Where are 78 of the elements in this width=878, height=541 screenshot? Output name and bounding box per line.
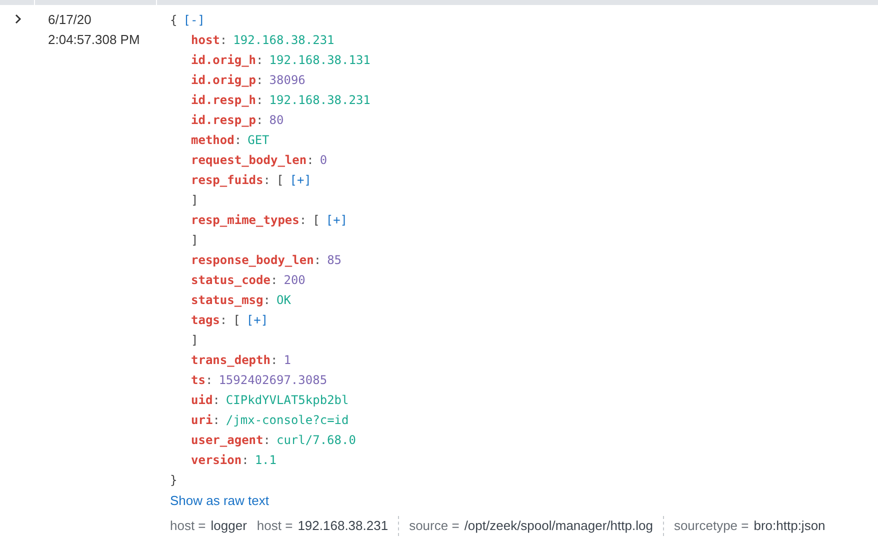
colon: :	[220, 32, 228, 49]
colon: :	[220, 312, 228, 329]
event-date: 6/17/20	[48, 11, 92, 29]
colon: :	[256, 92, 264, 109]
field-value[interactable]: 85	[327, 251, 342, 269]
field-value[interactable]: 0	[320, 151, 328, 169]
field-key: id.resp_p	[191, 111, 256, 129]
expand-chevron-icon[interactable]	[12, 14, 22, 24]
field-key: id.orig_h	[191, 51, 256, 69]
colon: :	[205, 372, 213, 389]
field-key: resp_mime_types	[191, 211, 300, 229]
field-key: request_body_len	[191, 151, 307, 169]
field-key: version	[191, 451, 242, 469]
colon: :	[314, 252, 322, 269]
field-key: status_msg	[191, 291, 264, 309]
colon: :	[256, 72, 264, 89]
colon: :	[234, 132, 242, 149]
bracket: [	[233, 312, 240, 329]
metadata-label: source =	[409, 517, 460, 536]
field-key: user_agent	[191, 431, 264, 449]
field-value[interactable]: 1.1	[254, 451, 276, 469]
field-value[interactable]: 192.168.38.231	[233, 31, 334, 49]
expand-toggle[interactable]: [+]	[246, 311, 268, 329]
field-key: id.orig_p	[191, 71, 256, 89]
metadata-value[interactable]: /opt/zeek/spool/manager/http.log	[464, 516, 653, 536]
field-value[interactable]: OK	[276, 291, 291, 309]
field-value[interactable]: 192.168.38.231	[269, 91, 370, 109]
colon: :	[263, 172, 270, 189]
metadata-value[interactable]: logger	[210, 516, 247, 536]
field-value[interactable]: 80	[269, 111, 284, 129]
expand-toggle[interactable]: [+]	[326, 211, 348, 229]
colon: :	[256, 112, 264, 129]
field-value[interactable]: GET	[248, 131, 270, 149]
colon: :	[299, 212, 307, 229]
field-value[interactable]: CIPkdYVLAT5kpb2bl	[226, 391, 349, 409]
field-value[interactable]: 1	[284, 351, 291, 369]
field-key: ts	[191, 371, 206, 389]
metadata-value[interactable]: bro:http:json	[754, 516, 826, 536]
field-key: uid	[191, 391, 213, 409]
field-key: id.resp_h	[191, 91, 256, 109]
colon: :	[270, 352, 278, 369]
show-raw-text-link[interactable]: Show as raw text	[170, 491, 878, 511]
brace: {	[170, 12, 178, 29]
field-key: uri	[191, 411, 213, 429]
event-time: 2:04:57.308 PM	[48, 31, 141, 49]
field-key: resp_fuids	[191, 171, 264, 189]
expand-toggle[interactable]: [+]	[290, 171, 312, 189]
colon: :	[256, 52, 264, 69]
colon: :	[263, 432, 270, 449]
bracket: ]	[191, 332, 198, 349]
field-key: trans_depth	[191, 351, 270, 369]
field-value[interactable]: 192.168.38.131	[269, 51, 370, 69]
bracket: ]	[191, 232, 198, 249]
field-key: status_code	[191, 271, 270, 289]
collapse-toggle[interactable]: [-]	[183, 11, 205, 29]
bracket: [	[312, 212, 320, 229]
colon: :	[263, 292, 270, 309]
metadata-label: sourcetype =	[674, 517, 749, 536]
bracket: ]	[191, 192, 198, 209]
colon: :	[270, 272, 278, 289]
field-key: response_body_len	[191, 251, 314, 269]
bracket: [	[276, 172, 284, 189]
metadata-label: host =	[256, 517, 293, 536]
colon: :	[212, 412, 220, 429]
field-key: host	[191, 31, 220, 49]
field-key: method	[191, 131, 234, 149]
brace: }	[170, 472, 178, 489]
metadata-label: host =	[170, 517, 206, 536]
colon: :	[242, 452, 249, 469]
colon: :	[212, 392, 220, 409]
field-value[interactable]: 1592402697.3085	[218, 371, 328, 389]
field-value[interactable]: curl/7.68.0	[276, 431, 356, 449]
field-value[interactable]: 38096	[269, 71, 306, 89]
metadata-value[interactable]: 192.168.38.231	[298, 516, 388, 536]
field-key: tags	[191, 311, 220, 329]
colon: :	[306, 152, 314, 169]
field-value[interactable]: /jmx-console?c=id	[226, 411, 349, 429]
field-value[interactable]: 200	[284, 271, 306, 289]
